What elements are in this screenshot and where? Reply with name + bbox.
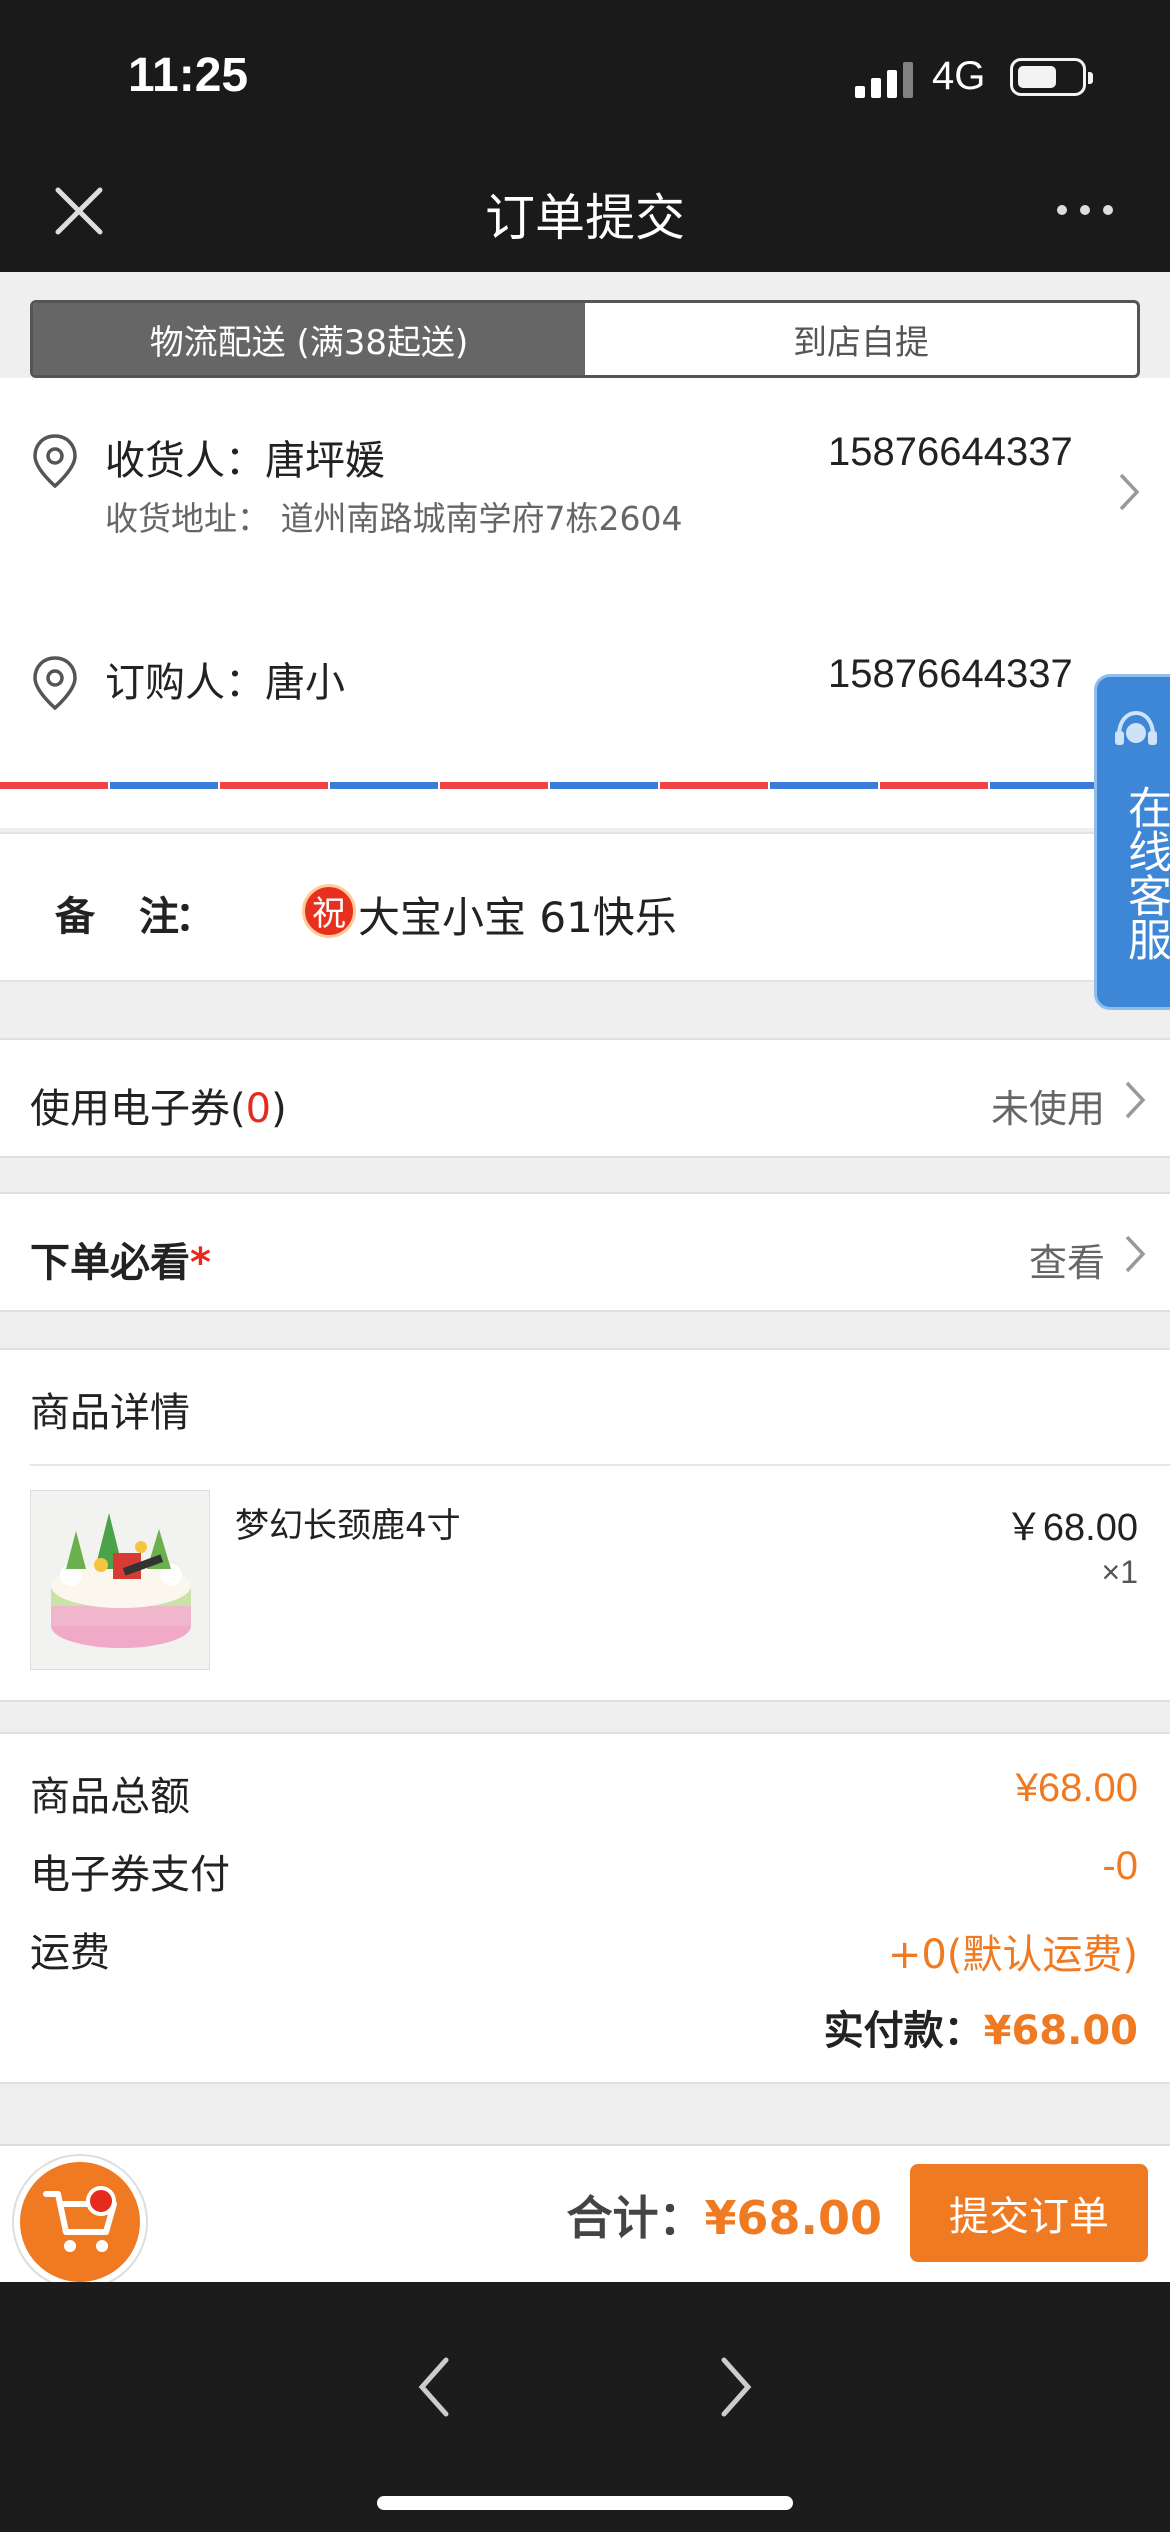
- total-value: ¥68.00: [704, 2191, 882, 2245]
- amount-paid: 实付款：¥68.00: [824, 1998, 1138, 2056]
- browser-toolbar: [0, 2282, 1170, 2532]
- location-pin-icon: [33, 656, 77, 711]
- receiver-address: 收货地址： 道州南路城南学府7栋2604: [105, 499, 683, 538]
- cart-button[interactable]: [14, 2156, 146, 2288]
- subtotal-label: 商品总额: [30, 1774, 190, 1820]
- battery-icon: [1010, 58, 1093, 96]
- chevron-right-icon: [1119, 473, 1140, 511]
- buyer-phone: 15876644337: [828, 652, 1073, 696]
- required-mark: *: [190, 1240, 211, 1286]
- product-detail: 商品详情 梦幻长颈鹿4寸 ￥68.00 ×1: [0, 1348, 1170, 1702]
- tab-store-pickup[interactable]: 到店自提: [585, 303, 1137, 375]
- back-arrow-icon[interactable]: [414, 2352, 454, 2422]
- headset-icon: [1115, 710, 1157, 745]
- more-icon[interactable]: [1050, 180, 1120, 240]
- status-time: 11:25: [128, 49, 249, 102]
- airmail-divider: [0, 782, 1170, 789]
- remark-text: 大宝小宝 61快乐: [358, 893, 677, 942]
- home-indicator[interactable]: [377, 2496, 793, 2510]
- cart-badge: [86, 2186, 116, 2216]
- submit-order-button[interactable]: 提交订单: [910, 2164, 1148, 2262]
- shipping-value: +0(默认运费): [887, 1932, 1138, 1978]
- receiver-phone: 15876644337: [828, 430, 1073, 474]
- product-name: 梦幻长颈鹿4寸: [235, 1506, 461, 1546]
- order-notice-view: 查看: [1028, 1241, 1105, 1285]
- amount-paid-label: 实付款：: [823, 2008, 984, 2054]
- checkout-bar: 合计：¥68.00 提交订单: [0, 2144, 1170, 2288]
- remark-colon: ：: [175, 894, 215, 940]
- coupon-payment-value: -0: [1102, 1844, 1138, 1888]
- page-title: 订单提交: [485, 189, 685, 247]
- amount-paid-value: ¥68.00: [983, 2008, 1138, 2054]
- address-block: 收货人：唐坪媛 15876644337 收货地址： 道州南路城南学府7栋2604…: [0, 378, 1170, 828]
- nav-bar: 订单提交: [0, 150, 1170, 272]
- network-type: 4G: [932, 54, 986, 98]
- product-price: ￥68.00: [1004, 1507, 1138, 1549]
- status-bar: 11:25 4G: [0, 0, 1170, 150]
- subtotal-value: ¥68.00: [1015, 1766, 1138, 1810]
- delivery-tabs: 物流配送 (满38起送) 到店自提: [30, 300, 1140, 378]
- coupon-label: 使用电子券(0): [30, 1086, 287, 1132]
- total-label: 合计：: [566, 2191, 705, 2245]
- order-notice-label: 下单必看*: [30, 1240, 211, 1286]
- coupon-row[interactable]: 使用电子券(0) 未使用: [0, 1038, 1170, 1158]
- location-pin-icon: [33, 434, 77, 489]
- shipping-label: 运费: [30, 1930, 110, 1976]
- coupon-payment-label: 电子券支付: [30, 1852, 230, 1898]
- order-form: 物流配送 (满38起送) 到店自提 收货人：唐坪媛 15876644337 收货…: [0, 272, 1170, 2144]
- product-image[interactable]: [30, 1490, 210, 1670]
- total: 合计：¥68.00: [566, 2182, 882, 2248]
- coupon-count: 0: [245, 1086, 272, 1132]
- tab-logistics-delivery[interactable]: 物流配送 (满38起送): [33, 303, 585, 375]
- online-service-label: 在线客服: [1120, 785, 1170, 961]
- product-detail-title: 商品详情: [30, 1390, 190, 1436]
- signal-icon: [855, 60, 915, 98]
- buyer-name: 订购人：唐小: [105, 660, 345, 706]
- divider: [30, 1464, 1170, 1466]
- receiver-name: 收货人：唐坪媛: [105, 438, 385, 484]
- forward-arrow-icon[interactable]: [716, 2352, 756, 2422]
- blessing-badge-icon: 祝: [302, 884, 356, 938]
- chevron-right-icon: [1125, 1235, 1146, 1273]
- chevron-right-icon: [1125, 1081, 1146, 1119]
- price-summary: 商品总额 ¥68.00 电子券支付 -0 运费 +0(默认运费) 实付款：¥68…: [0, 1732, 1170, 2084]
- product-quantity: ×1: [1101, 1554, 1138, 1590]
- order-notice-row[interactable]: 下单必看* 查看: [0, 1192, 1170, 1312]
- online-service-button[interactable]: 在线客服: [1094, 674, 1170, 1010]
- remark-row[interactable]: 备注 ： 祝 大宝小宝 61快乐: [0, 832, 1170, 982]
- coupon-status: 未使用: [990, 1087, 1105, 1131]
